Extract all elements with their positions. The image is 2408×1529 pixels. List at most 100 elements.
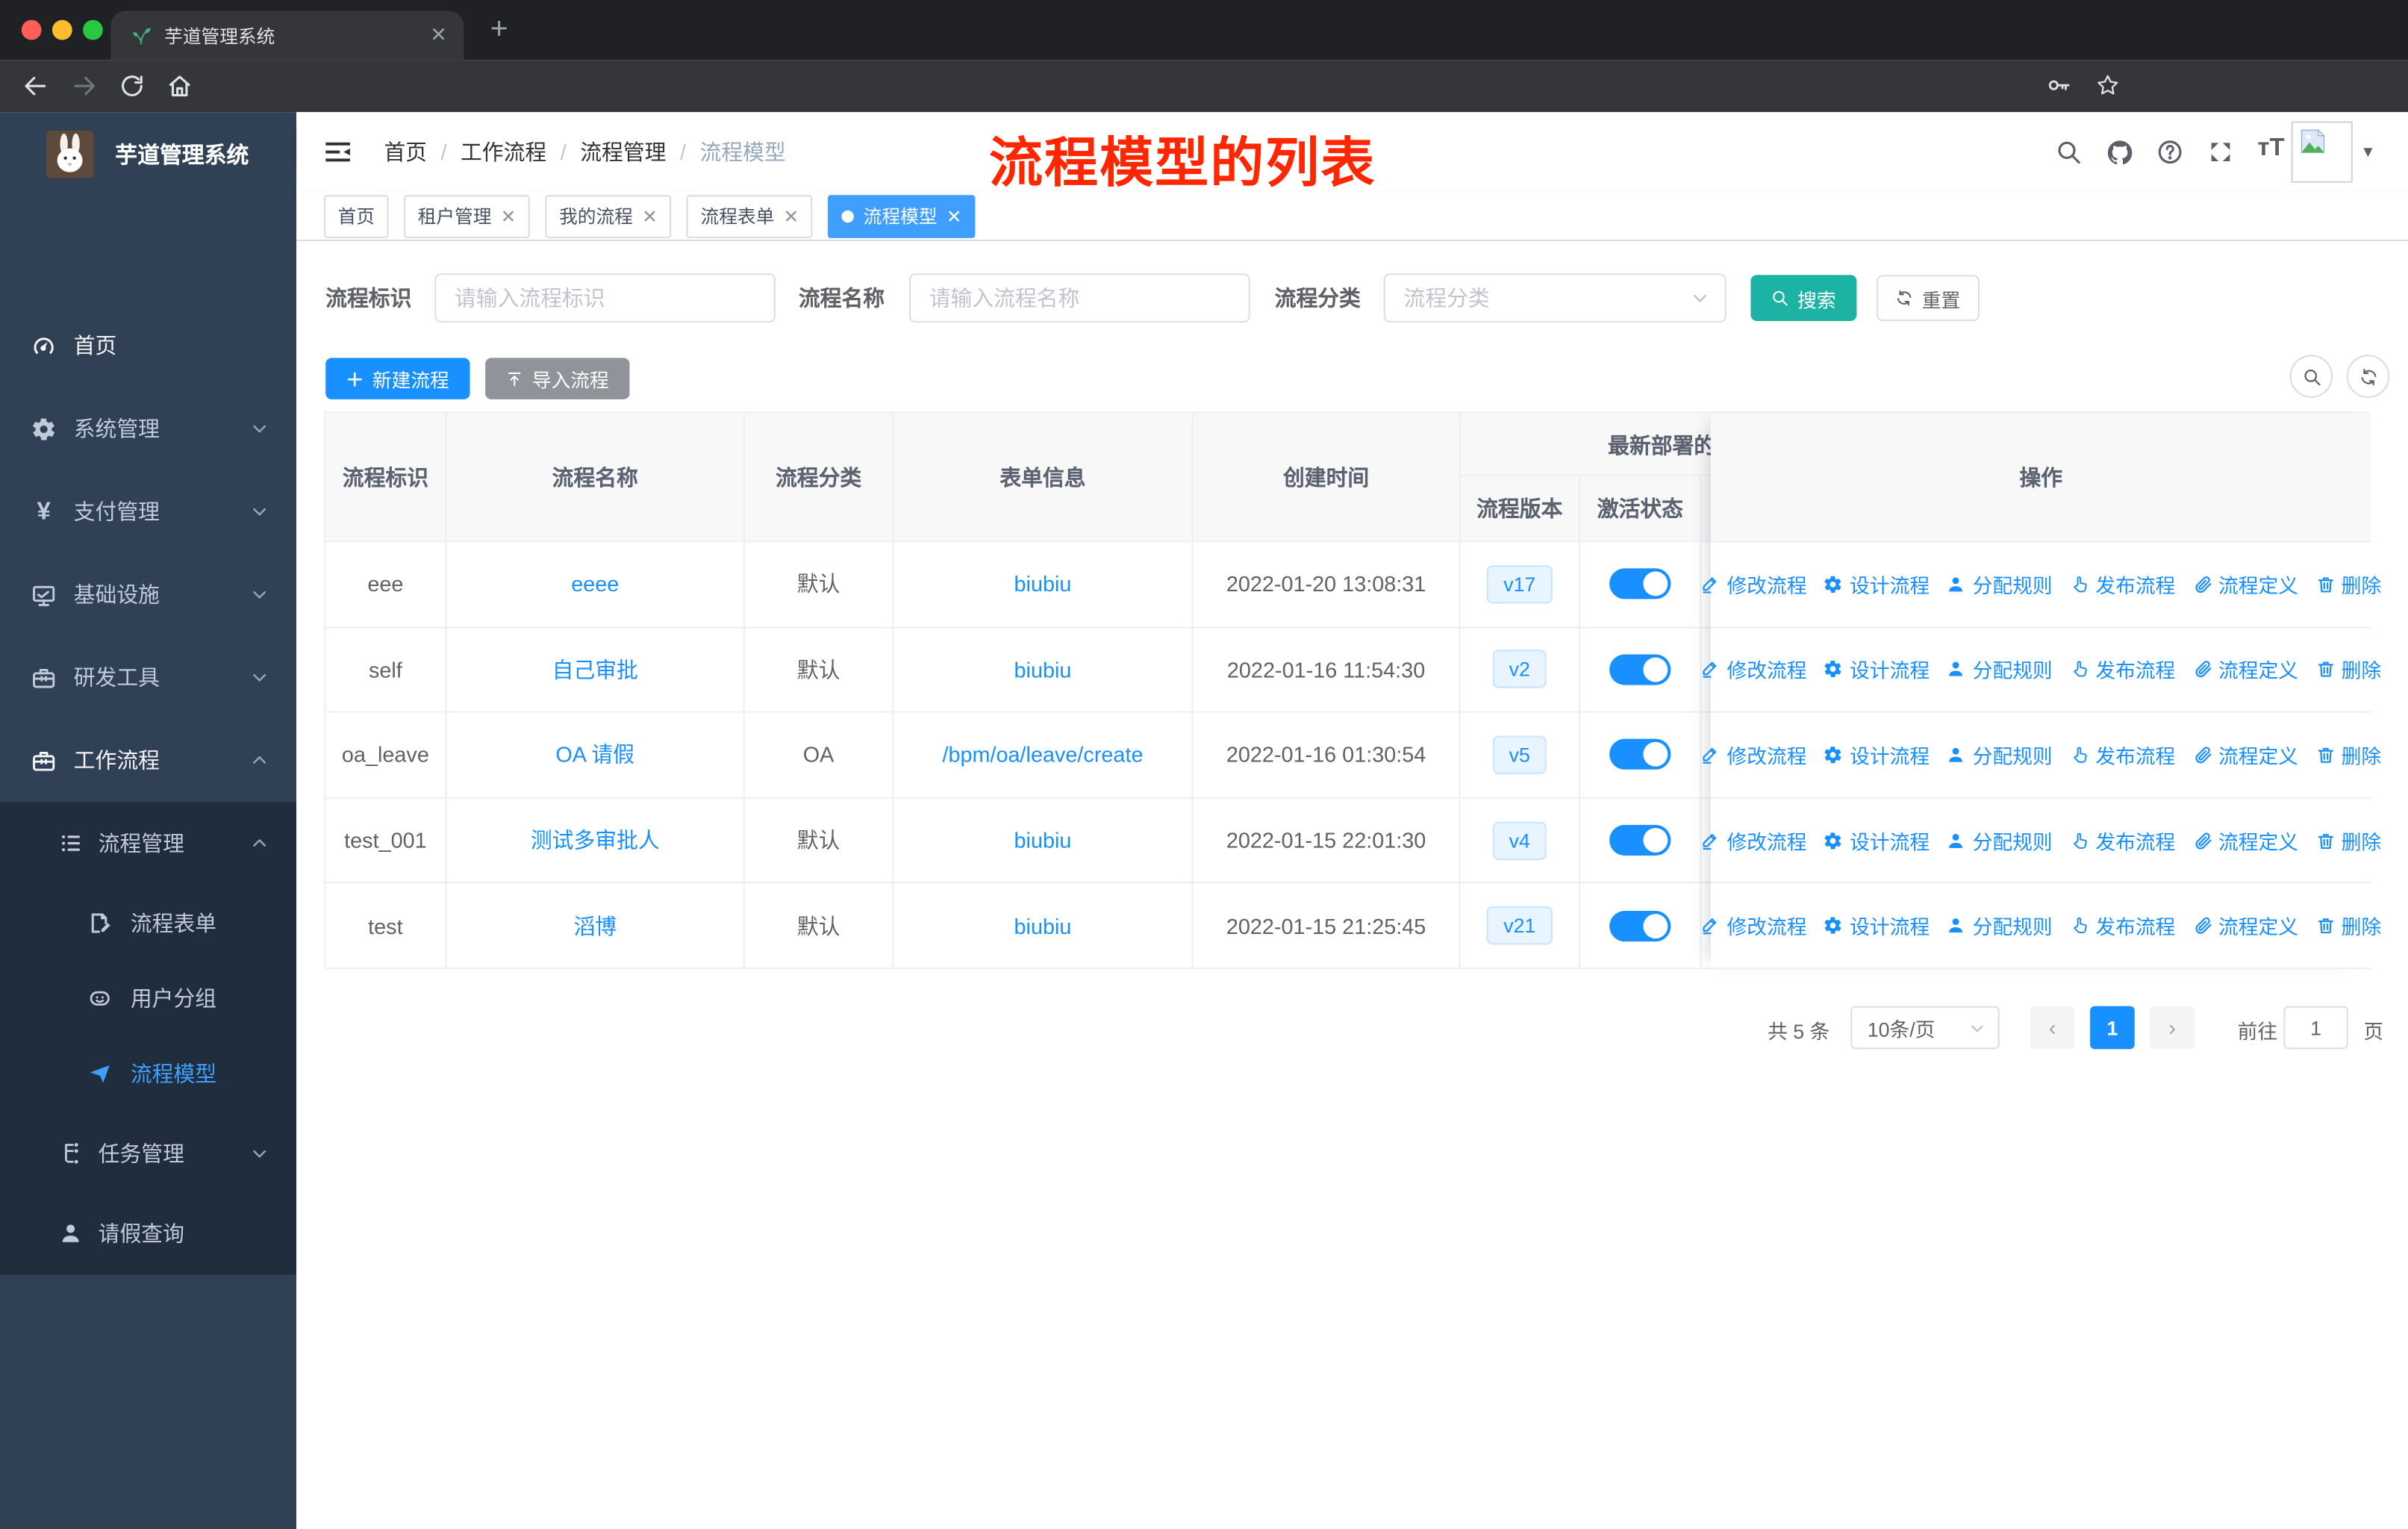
- version-tag[interactable]: v2: [1492, 650, 1547, 689]
- sidebar-item-workflow[interactable]: 工作流程: [0, 719, 296, 802]
- search-icon[interactable]: [2055, 138, 2083, 166]
- action-trash-link[interactable]: 删除: [2315, 741, 2381, 770]
- sidebar-item-system-management[interactable]: 系统管理: [0, 387, 296, 470]
- form-info-link[interactable]: /bpm/oa/leave/create: [893, 713, 1194, 797]
- current-page-button[interactable]: 1: [2090, 1006, 2135, 1050]
- close-icon[interactable]: ✕: [642, 205, 658, 227]
- action-trash-link[interactable]: 删除: [2315, 826, 2381, 855]
- breadcrumb-home[interactable]: 首页: [384, 137, 427, 167]
- action-cog-link[interactable]: 设计流程: [1824, 655, 1930, 684]
- process-category-select[interactable]: 流程分类: [1383, 273, 1727, 323]
- version-tag[interactable]: v4: [1492, 820, 1547, 860]
- tab-tenant-management[interactable]: 租户管理 ✕: [404, 194, 530, 237]
- zoom-window-button[interactable]: [83, 19, 103, 40]
- action-pencil-link[interactable]: 修改流程: [1700, 826, 1806, 855]
- create-process-button[interactable]: 新建流程: [325, 358, 470, 399]
- home-icon[interactable]: [166, 72, 193, 100]
- sidebar-item-home[interactable]: 首页: [0, 304, 296, 387]
- key-icon[interactable]: [2045, 72, 2071, 99]
- active-toggle[interactable]: [1609, 910, 1671, 941]
- active-toggle[interactable]: [1609, 739, 1671, 770]
- help-icon[interactable]: [2156, 138, 2184, 166]
- action-pencil-link[interactable]: 修改流程: [1700, 911, 1806, 940]
- tab-my-process[interactable]: 我的流程 ✕: [545, 194, 672, 237]
- action-hand-link[interactable]: 发布流程: [2069, 570, 2175, 599]
- show-search-toggle-button[interactable]: [2289, 355, 2333, 398]
- action-clip-link[interactable]: 流程定义: [2192, 655, 2298, 684]
- page-size-select[interactable]: 10条/页: [1850, 1006, 2000, 1050]
- process-name-link[interactable]: OA 请假: [447, 713, 745, 797]
- star-bookmark-icon[interactable]: [2094, 72, 2121, 99]
- action-cog-link[interactable]: 设计流程: [1824, 911, 1930, 940]
- form-info-link[interactable]: biubiu: [893, 542, 1194, 626]
- sidebar-item-process-form[interactable]: 流程表单: [0, 885, 296, 962]
- action-person-link[interactable]: 分配规则: [1947, 655, 2053, 684]
- close-icon[interactable]: ✕: [501, 205, 517, 227]
- active-toggle[interactable]: [1609, 568, 1671, 600]
- action-pencil-link[interactable]: 修改流程: [1700, 570, 1806, 599]
- sidebar-collapse-icon[interactable]: [322, 137, 353, 167]
- process-name-link[interactable]: eeee: [447, 542, 745, 626]
- reset-button[interactable]: 重置: [1877, 275, 1980, 321]
- form-info-link[interactable]: biubiu: [893, 627, 1194, 711]
- import-process-button[interactable]: 导入流程: [485, 358, 630, 399]
- minimize-window-button[interactable]: [52, 19, 72, 40]
- sidebar-item-infrastructure[interactable]: 基础设施: [0, 553, 296, 636]
- action-trash-link[interactable]: 删除: [2315, 911, 2381, 940]
- search-button[interactable]: 搜索: [1750, 275, 1857, 321]
- new-tab-button[interactable]: +: [479, 9, 519, 49]
- action-person-link[interactable]: 分配规则: [1947, 741, 2053, 770]
- caret-down-icon[interactable]: ▼: [2360, 144, 2375, 161]
- version-tag[interactable]: v17: [1486, 564, 1553, 604]
- back-icon[interactable]: [22, 72, 49, 100]
- process-name-input[interactable]: [908, 273, 1250, 323]
- close-tab-icon[interactable]: ✕: [430, 23, 446, 48]
- action-hand-link[interactable]: 发布流程: [2069, 911, 2175, 940]
- action-trash-link[interactable]: 删除: [2315, 655, 2381, 684]
- action-hand-link[interactable]: 发布流程: [2069, 741, 2175, 770]
- action-clip-link[interactable]: 流程定义: [2192, 741, 2298, 770]
- action-clip-link[interactable]: 流程定义: [2192, 826, 2298, 855]
- action-person-link[interactable]: 分配规则: [1947, 570, 2053, 599]
- close-icon[interactable]: ✕: [784, 205, 799, 227]
- action-cog-link[interactable]: 设计流程: [1824, 741, 1930, 770]
- version-tag[interactable]: v5: [1492, 735, 1547, 774]
- forward-icon[interactable]: [71, 72, 99, 100]
- prev-page-button[interactable]: ‹: [2030, 1006, 2075, 1050]
- sidebar-item-process-model[interactable]: 流程模型: [0, 1036, 296, 1112]
- action-hand-link[interactable]: 发布流程: [2069, 655, 2175, 684]
- close-icon[interactable]: ✕: [946, 205, 962, 227]
- action-cog-link[interactable]: 设计流程: [1824, 826, 1930, 855]
- action-clip-link[interactable]: 流程定义: [2192, 911, 2298, 940]
- active-toggle[interactable]: [1609, 654, 1671, 685]
- font-size-icon[interactable]: ᴛT: [2257, 135, 2284, 163]
- reload-icon[interactable]: [118, 72, 146, 100]
- action-person-link[interactable]: 分配规则: [1947, 826, 2053, 855]
- next-page-button[interactable]: ›: [2150, 1006, 2195, 1050]
- process-name-link[interactable]: 滔博: [447, 883, 745, 968]
- process-id-input[interactable]: [434, 273, 776, 323]
- action-person-link[interactable]: 分配规则: [1947, 911, 2053, 940]
- process-name-link[interactable]: 自己审批: [447, 627, 745, 711]
- sidebar-item-dev-tools[interactable]: 研发工具: [0, 636, 296, 719]
- action-cog-link[interactable]: 设计流程: [1824, 570, 1930, 599]
- action-clip-link[interactable]: 流程定义: [2192, 570, 2298, 599]
- sidebar-item-payment-management[interactable]: ¥ 支付管理: [0, 470, 296, 553]
- form-info-link[interactable]: biubiu: [893, 883, 1194, 968]
- version-tag[interactable]: v21: [1486, 906, 1553, 945]
- sidebar-item-task-management[interactable]: 任务管理: [0, 1115, 296, 1192]
- action-pencil-link[interactable]: 修改流程: [1700, 655, 1806, 684]
- sidebar-item-leave-query[interactable]: 请假查询: [0, 1195, 296, 1272]
- close-window-button[interactable]: [21, 19, 42, 40]
- sidebar-item-user-group[interactable]: 用户分组: [0, 960, 296, 1037]
- browser-tab[interactable]: 芋道管理系统 ✕: [110, 10, 464, 60]
- refresh-table-button[interactable]: [2346, 355, 2390, 398]
- tab-process-form[interactable]: 流程表单 ✕: [687, 194, 813, 237]
- fullscreen-icon[interactable]: [2206, 138, 2234, 166]
- github-icon[interactable]: [2106, 138, 2135, 167]
- process-name-link[interactable]: 测试多审批人: [447, 798, 745, 882]
- breadcrumb-workflow[interactable]: 工作流程: [461, 137, 546, 167]
- sidebar-item-process-management[interactable]: 流程管理: [0, 805, 296, 882]
- tab-home[interactable]: 首页: [324, 194, 389, 237]
- tab-process-model[interactable]: 流程模型 ✕: [828, 194, 976, 237]
